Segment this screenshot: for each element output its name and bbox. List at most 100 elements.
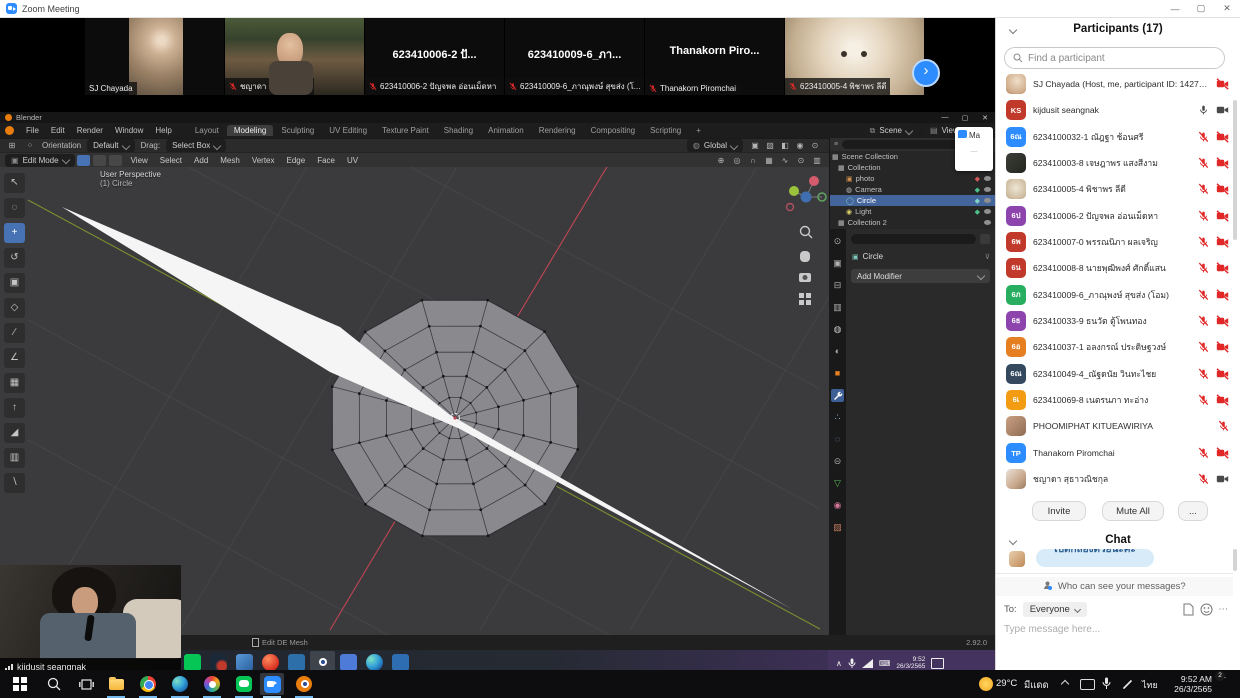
tool-settings-icon[interactable]: ⊙ [809, 140, 821, 151]
file-explorer-icon[interactable] [104, 673, 128, 695]
tab-compositing[interactable]: Compositing [584, 125, 642, 136]
mic-muted-icon[interactable] [1218, 420, 1229, 432]
camera-off-icon[interactable] [1216, 157, 1229, 169]
viewport-tool-button[interactable]: ∠ [4, 348, 25, 368]
mic-muted-icon[interactable] [1198, 473, 1209, 485]
camera-on-icon[interactable] [1216, 473, 1229, 485]
participant-row[interactable]: 6พ623410007-0 พรรณนิภา ผลเจริญ [996, 229, 1233, 255]
camera-off-icon[interactable] [1216, 289, 1229, 301]
line-app-icon[interactable] [232, 673, 256, 695]
mic-muted-icon[interactable] [1198, 394, 1209, 406]
viewport-menu-uv[interactable]: UV [341, 156, 364, 165]
participant-row[interactable]: 623410005-4 พิชาพร ลีดี [996, 176, 1233, 202]
video-tile[interactable]: 623410006-2 ปั...623410006-2 ปัญจพล อ่อน… [365, 17, 505, 95]
properties-tab-icon[interactable]: ◐ [831, 345, 844, 358]
camera-on-icon[interactable] [1216, 104, 1229, 116]
modifiers-tab-active[interactable] [831, 389, 844, 402]
video-tile[interactable]: 623410009-6_ภา...623410009-6_ภาณุพงษ์ สุ… [505, 17, 645, 95]
participant-row[interactable]: 6ป623410006-2 ปัญจพล อ่อนเม็ดหา [996, 203, 1233, 229]
mode-dropdown[interactable]: ▣Edit Mode [5, 154, 75, 167]
notification-popup[interactable]: Ma — [955, 127, 993, 171]
properties-tab-icon[interactable]: ▣ [831, 257, 844, 270]
viewport-header-icon[interactable]: ▥ [811, 155, 823, 166]
tab-+[interactable]: + [689, 125, 708, 136]
camera-off-icon[interactable] [1216, 236, 1229, 248]
tab-animation[interactable]: Animation [481, 125, 531, 136]
video-tile[interactable]: Thanakorn Piro...Thanakorn Piromchai [645, 17, 785, 95]
participant-row[interactable]: 6เ623410069-8 เนตรนภา ทะอ่าง [996, 387, 1233, 413]
properties-tab-icon[interactable]: ▨ [831, 521, 844, 534]
tab-uv-editing[interactable]: UV Editing [322, 125, 374, 136]
participant-row[interactable]: PHOOMIPHAT KITUEAWIRIYA [996, 413, 1233, 439]
visibility-eye-icon[interactable] [984, 209, 991, 214]
video-tile[interactable]: ชญาดา สุธาวณิชกุล [225, 17, 365, 95]
camera-off-icon[interactable] [1216, 131, 1229, 143]
participant-row[interactable]: TPThanakorn Piromchai [996, 440, 1233, 466]
pen-icon[interactable] [1122, 678, 1134, 690]
maximize-button[interactable]: ▢ [1188, 3, 1214, 14]
viewport-tool-button[interactable]: ↑ [4, 398, 25, 418]
chrome-icon[interactable] [136, 673, 160, 695]
blender-taskbar-icon[interactable] [292, 673, 316, 695]
mic-muted-icon[interactable] [1198, 262, 1209, 274]
mic-muted-icon[interactable] [1198, 131, 1209, 143]
participant-search-input[interactable]: Find a participant [1004, 47, 1225, 69]
outliner-item-circle[interactable]: ◯Circle◆ [830, 195, 995, 206]
mic-muted-icon[interactable] [1198, 368, 1209, 380]
viewport-menu-view[interactable]: View [125, 156, 154, 165]
properties-tab-icon[interactable]: ■ [831, 367, 844, 380]
file-attach-icon[interactable] [1183, 603, 1194, 616]
viewport-tool-button[interactable]: ◢ [4, 423, 25, 443]
participant-row[interactable]: KSkijdusit seangnak [996, 97, 1233, 123]
viewport-menu-face[interactable]: Face [311, 156, 341, 165]
viewport-header-icon[interactable]: ▦ [763, 155, 775, 166]
tool-settings-icon[interactable]: ▣ [749, 140, 761, 151]
tab-modeling[interactable]: Modeling [227, 125, 273, 136]
taskbar-mic-icon[interactable] [1102, 677, 1111, 690]
chat-message-bubble[interactable]: เปิดกล้องด้วยนะคะ [1036, 549, 1154, 567]
edge-icon[interactable] [168, 673, 192, 695]
orientation-icon[interactable]: ⊞ [6, 140, 18, 151]
pin-icon[interactable]: ⊽ [985, 253, 990, 261]
viewport-menu-edge[interactable]: Edge [281, 156, 312, 165]
mic-muted-icon[interactable] [1198, 289, 1209, 301]
emoji-icon[interactable] [1200, 603, 1213, 616]
camera-off-icon[interactable] [1216, 210, 1229, 222]
viewport-menu-select[interactable]: Select [154, 156, 188, 165]
properties-tab-icon[interactable]: ⊙ [831, 235, 844, 248]
camera-off-icon[interactable] [1216, 315, 1229, 327]
blender-minimize-button[interactable]: — [935, 114, 955, 121]
taskbar-search-icon[interactable] [42, 673, 66, 695]
visibility-eye-icon[interactable] [984, 198, 991, 203]
outliner-item-light[interactable]: ◉Light◆ [830, 206, 995, 217]
mic-muted-icon[interactable] [1198, 183, 1209, 195]
weather-text[interactable]: มีแดด [1024, 678, 1049, 693]
orientation-dropdown[interactable]: Default [87, 139, 134, 152]
transform-orientation-dropdown[interactable]: ◍Global [687, 139, 743, 152]
chat-privacy-note[interactable]: Who can see your messages? [996, 577, 1233, 596]
navigation-gizmo[interactable] [784, 175, 828, 465]
tab-scripting[interactable]: Scripting [643, 125, 688, 136]
visibility-eye-icon[interactable] [984, 176, 991, 181]
camera-off-icon[interactable] [1216, 183, 1229, 195]
visibility-eye-icon[interactable] [984, 220, 991, 225]
presenter-tray-chevron-icon[interactable]: ∧ [836, 659, 842, 668]
viewport-header-icon[interactable]: ∩ [747, 155, 759, 166]
tray-expand-icon[interactable] [1061, 680, 1069, 688]
viewport-tool-button[interactable]: ▥ [4, 448, 25, 468]
scene-selector[interactable]: ⧉Scene [864, 124, 918, 137]
outliner-item-camera[interactable]: ◍Camera◆ [830, 184, 995, 195]
participant-row[interactable]: 6ณ623410049-4_ณัฐดนัย วินทะไชย [996, 361, 1233, 387]
self-video-overlay[interactable]: kijdusit seangnak [0, 565, 181, 676]
camera-off-icon[interactable] [1216, 341, 1229, 353]
participants-scrollbar[interactable] [1233, 100, 1237, 240]
tab-sculpting[interactable]: Sculpting [274, 125, 321, 136]
viewport-tool-button[interactable]: ↺ [4, 248, 25, 268]
participant-row[interactable]: 6อ623410037-1 อลงกรณ์ ประดิษฐวงษ์ [996, 334, 1233, 360]
viewport-tool-button[interactable]: ◌ [4, 198, 25, 218]
properties-search[interactable] [851, 234, 976, 244]
properties-options-icon[interactable] [980, 234, 990, 244]
tab-rendering[interactable]: Rendering [532, 125, 583, 136]
viewport-tool-button[interactable]: ∕ [4, 323, 25, 343]
participant-row[interactable]: 6น623410008-8 นายพุฒิพงศ์ ศักดิ์แสน [996, 255, 1233, 281]
